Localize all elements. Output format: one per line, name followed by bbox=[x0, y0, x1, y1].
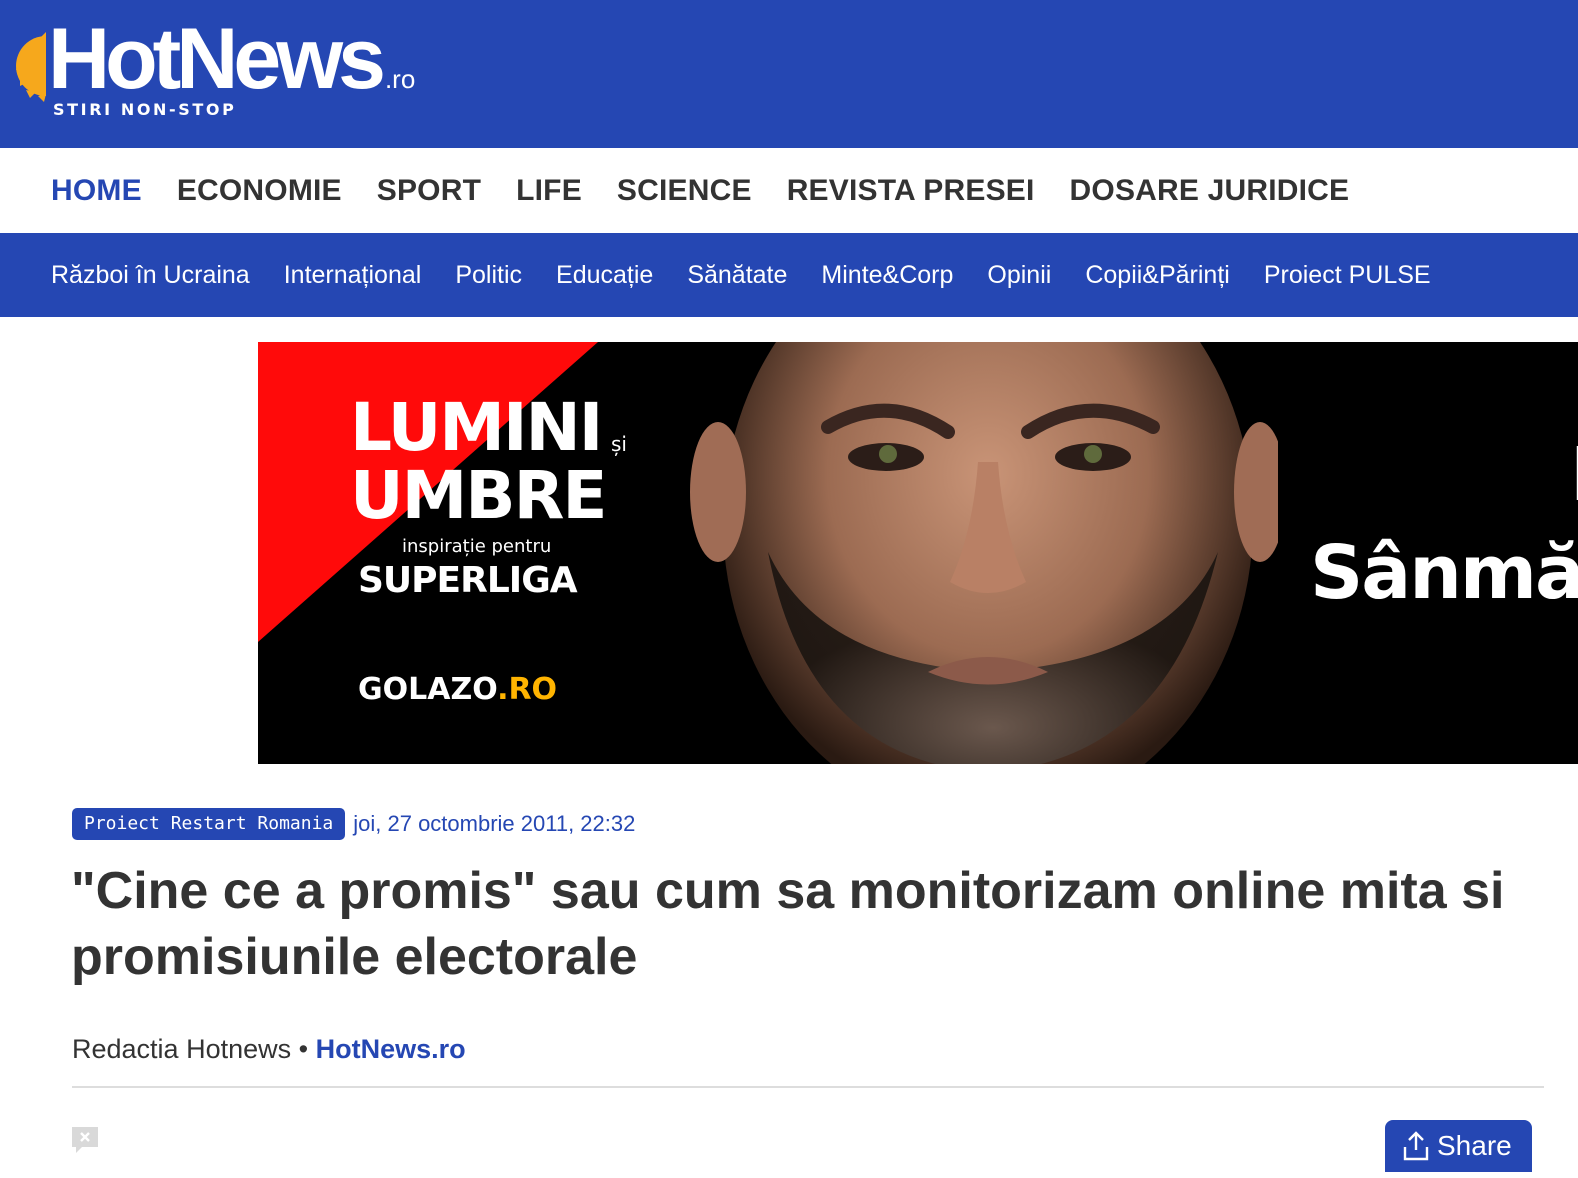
category-badge[interactable]: Proiect Restart Romania bbox=[72, 808, 346, 840]
nav-item-sport[interactable]: SPORT bbox=[377, 174, 481, 208]
share-button[interactable]: Share bbox=[1385, 1120, 1532, 1172]
publish-date: joi, 27 octombrie 2011, 22:32 bbox=[353, 811, 636, 836]
source-link[interactable]: HotNews.ro bbox=[316, 1034, 466, 1064]
subnav-item-copii-parinti[interactable]: Copii&Părinți bbox=[1085, 261, 1230, 290]
banner-title: LUMINI UMBRE bbox=[350, 389, 607, 534]
nav-item-home[interactable]: HOME bbox=[51, 174, 142, 208]
subnav-item-sanatate[interactable]: Sănătate bbox=[687, 261, 787, 290]
author-name: Redactia Hotnews bbox=[72, 1034, 292, 1064]
logo-tagline: STIRI NON-STOP bbox=[53, 100, 237, 119]
comment-icon[interactable] bbox=[72, 1127, 98, 1153]
subnav-item-proiect-pulse[interactable]: Proiect PULSE bbox=[1264, 261, 1431, 290]
subnav-item-international[interactable]: Internațional bbox=[284, 261, 422, 290]
nav-item-dosare-juridice[interactable]: DOSARE JURIDICE bbox=[1070, 174, 1350, 208]
byline-separator: • bbox=[298, 1034, 309, 1064]
subnav-item-razboi-ucraina[interactable]: Război în Ucraina bbox=[51, 261, 250, 290]
banner-brand: GOLAZO.RO bbox=[358, 672, 558, 707]
divider bbox=[72, 1086, 1544, 1088]
article-meta: Proiect Restart Romania joi, 27 octombri… bbox=[72, 808, 635, 840]
subnav-item-politic[interactable]: Politic bbox=[455, 261, 522, 290]
banner-partial-letter: L bbox=[1570, 432, 1578, 518]
subnav-item-educatie[interactable]: Educație bbox=[556, 261, 653, 290]
advertisement-banner[interactable]: LUMINI UMBRE și inspirație pentru SUPERL… bbox=[258, 342, 1578, 764]
nav-item-revista-presei[interactable]: REVISTA PRESEI bbox=[787, 174, 1035, 208]
banner-connector: și bbox=[611, 432, 627, 456]
share-upload-icon bbox=[1403, 1131, 1429, 1161]
byline: Redactia Hotnews • HotNews.ro bbox=[72, 1034, 466, 1065]
article-title: "Cine ce a promis" sau cum sa monitoriza… bbox=[71, 862, 1505, 986]
subnav-item-opinii[interactable]: Opinii bbox=[987, 261, 1051, 290]
logo-wordmark: HotNews .ro bbox=[48, 11, 416, 107]
main-nav: HOME ECONOMIE SPORT LIFE SCIENCE REVISTA… bbox=[0, 148, 1578, 233]
banner-league: SUPERLIGA bbox=[358, 560, 578, 601]
site-header: HotNews .ro STIRI NON-STOP bbox=[0, 0, 1578, 148]
nav-item-life[interactable]: LIFE bbox=[516, 174, 582, 208]
nav-item-economie[interactable]: ECONOMIE bbox=[177, 174, 342, 208]
hotnews-logo[interactable]: HotNews .ro STIRI NON-STOP bbox=[16, 16, 436, 127]
sub-nav: Război în Ucraina Internațional Politic … bbox=[0, 233, 1578, 317]
banner-name: Sânmă bbox=[1310, 530, 1578, 616]
banner-subtitle: inspirație pentru bbox=[402, 536, 552, 557]
share-label: Share bbox=[1437, 1130, 1512, 1161]
nav-item-science[interactable]: SCIENCE bbox=[617, 174, 752, 208]
subnav-item-minte-corp[interactable]: Minte&Corp bbox=[821, 261, 953, 290]
portrait-image bbox=[690, 342, 1278, 764]
